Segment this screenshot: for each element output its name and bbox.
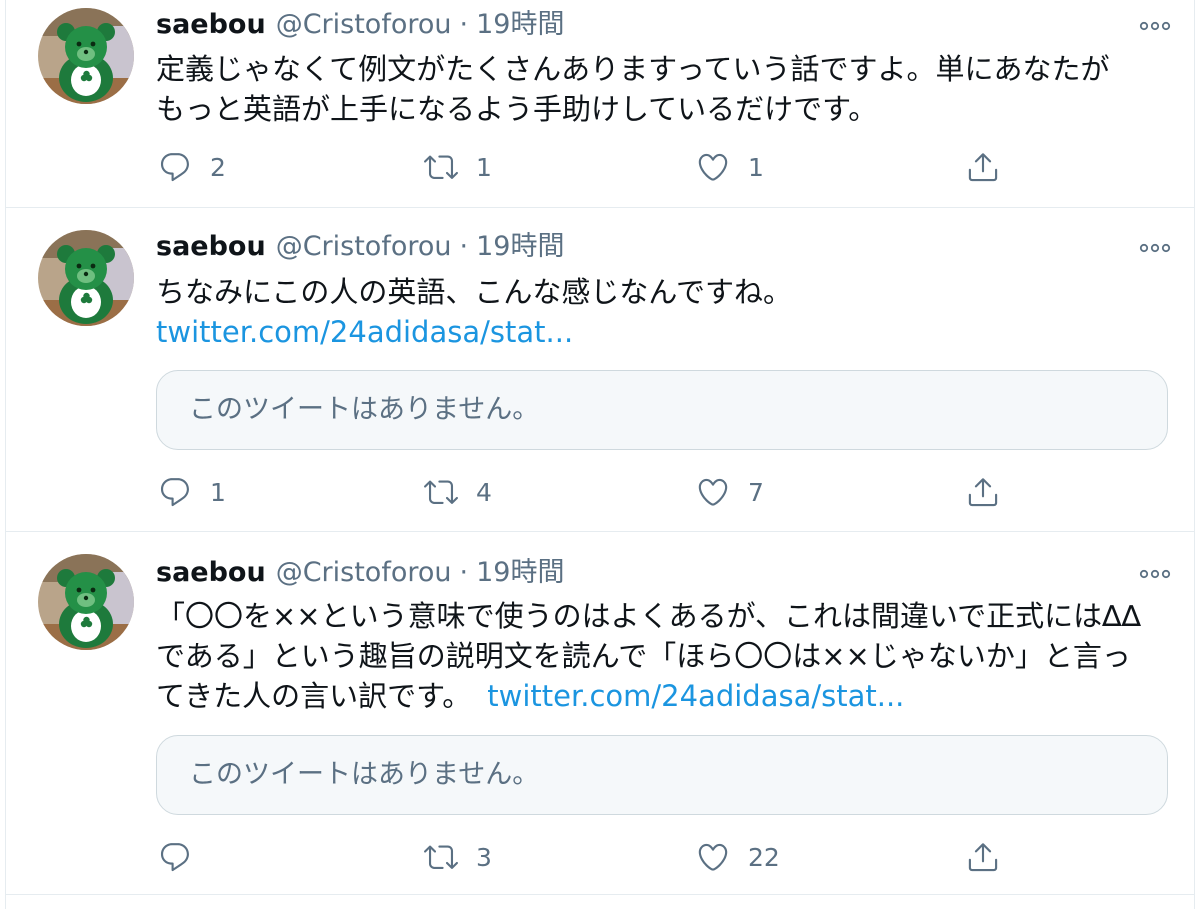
like-count: 7	[748, 477, 764, 507]
share-icon	[966, 150, 1000, 184]
share-icon	[966, 840, 1000, 874]
author-name[interactable]: saebou	[156, 557, 266, 588]
tweet-link[interactable]: twitter.com/24adidasa/stat...	[156, 315, 573, 349]
bear-avatar-image	[38, 554, 134, 650]
tweet-header: saebou @Cristoforou · 19時間	[156, 230, 564, 264]
avatar[interactable]	[38, 554, 134, 650]
share-button[interactable]	[966, 837, 1000, 877]
retweet-button[interactable]: 1	[424, 147, 492, 187]
quoted-tweet-unavailable[interactable]: このツイートはありません。	[156, 370, 1168, 450]
reply-count: 1	[210, 477, 226, 507]
bear-avatar-image	[38, 8, 134, 104]
reply-count: 2	[210, 152, 226, 182]
reply-icon	[158, 840, 192, 874]
tweet-text-line: もっと英語が上手になるよう手助けしているだけです。	[156, 92, 878, 126]
tweet-text-line: てきた人の言い訳です。	[156, 679, 472, 713]
bear-avatar-image	[38, 230, 134, 326]
tweet-text-line: 定義じゃなくて例文がたくさんありますっていう話ですよ。単にあなたが	[156, 52, 1110, 86]
author-handle[interactable]: @Cristoforou	[276, 9, 452, 40]
author-name[interactable]: saebou	[156, 9, 266, 40]
separator-dot: ·	[459, 9, 469, 40]
avatar[interactable]	[38, 230, 134, 326]
retweet-button[interactable]: 4	[424, 472, 492, 512]
more-icon[interactable]	[1138, 16, 1172, 36]
share-icon	[966, 475, 1000, 509]
tweet-text-line: である」という趣旨の説明文を読んで「ほら〇〇は××じゃないか」と言っ	[156, 639, 1131, 673]
retweet-icon	[424, 150, 458, 184]
separator-dot: ·	[459, 231, 469, 262]
timestamp[interactable]: 19時間	[476, 231, 564, 262]
reply-icon	[158, 150, 192, 184]
author-handle[interactable]: @Cristoforou	[276, 231, 452, 262]
quoted-tweet-unavailable[interactable]: このツイートはありません。	[156, 735, 1168, 815]
share-button[interactable]	[966, 147, 1000, 187]
reply-icon	[158, 475, 192, 509]
tweet-text-line: ちなみにこの人の英語、こんな感じなんですね。	[156, 275, 792, 309]
tweet-text: 定義じゃなくて例文がたくさんありますっていう話ですよ。単にあなたが もっと英語が…	[156, 49, 1158, 129]
tweet-header: saebou @Cristoforou · 19時間	[156, 556, 564, 590]
retweet-icon	[424, 840, 458, 874]
heart-icon	[696, 475, 730, 509]
more-icon[interactable]	[1138, 238, 1172, 258]
retweet-icon	[424, 475, 458, 509]
more-icon[interactable]	[1138, 564, 1172, 584]
like-button[interactable]: 1	[696, 147, 764, 187]
retweet-count: 1	[476, 152, 492, 182]
tweet-link[interactable]: twitter.com/24adidasa/stat...	[487, 679, 904, 713]
retweet-button[interactable]: 3	[424, 837, 492, 877]
retweet-count: 4	[476, 477, 492, 507]
author-handle[interactable]: @Cristoforou	[276, 557, 452, 588]
tweet-text: 「〇〇を××という意味で使うのはよくあるが、これは間違いで正式には∆∆ である」…	[156, 596, 1158, 716]
like-button[interactable]: 22	[696, 837, 780, 877]
tweet-header: saebou @Cristoforou · 19時間	[156, 8, 564, 42]
reply-button[interactable]: 1	[158, 472, 226, 512]
timestamp[interactable]: 19時間	[476, 557, 564, 588]
share-button[interactable]	[966, 472, 1000, 512]
avatar[interactable]	[38, 8, 134, 104]
author-name[interactable]: saebou	[156, 231, 266, 262]
tweet[interactable]: saebou @Cristoforou · 19時間 定義じゃなくて例文がたくさんあり…	[6, 0, 1194, 208]
tweet[interactable]: saebou @Cristoforou · 19時間 「〇〇を××という意味で使うのは…	[6, 532, 1194, 895]
timestamp[interactable]: 19時間	[476, 9, 564, 40]
like-count: 1	[748, 152, 764, 182]
reply-button[interactable]	[158, 837, 210, 877]
timeline: saebou @Cristoforou · 19時間 定義じゃなくて例文がたくさんあり…	[5, 0, 1195, 909]
tweet-text-line: 「〇〇を××という意味で使うのはよくあるが、これは間違いで正式には∆∆	[156, 599, 1141, 633]
separator-dot: ·	[459, 557, 469, 588]
retweet-count: 3	[476, 842, 492, 872]
heart-icon	[696, 150, 730, 184]
like-count: 22	[748, 842, 780, 872]
tweet[interactable]: saebou @Cristoforou · 19時間 ちなみにこの人の英語、こんな感じ…	[6, 208, 1194, 532]
tweet-text: ちなみにこの人の英語、こんな感じなんですね。 twitter.com/24adi…	[156, 272, 1158, 352]
reply-button[interactable]: 2	[158, 147, 226, 187]
heart-icon	[696, 840, 730, 874]
like-button[interactable]: 7	[696, 472, 764, 512]
